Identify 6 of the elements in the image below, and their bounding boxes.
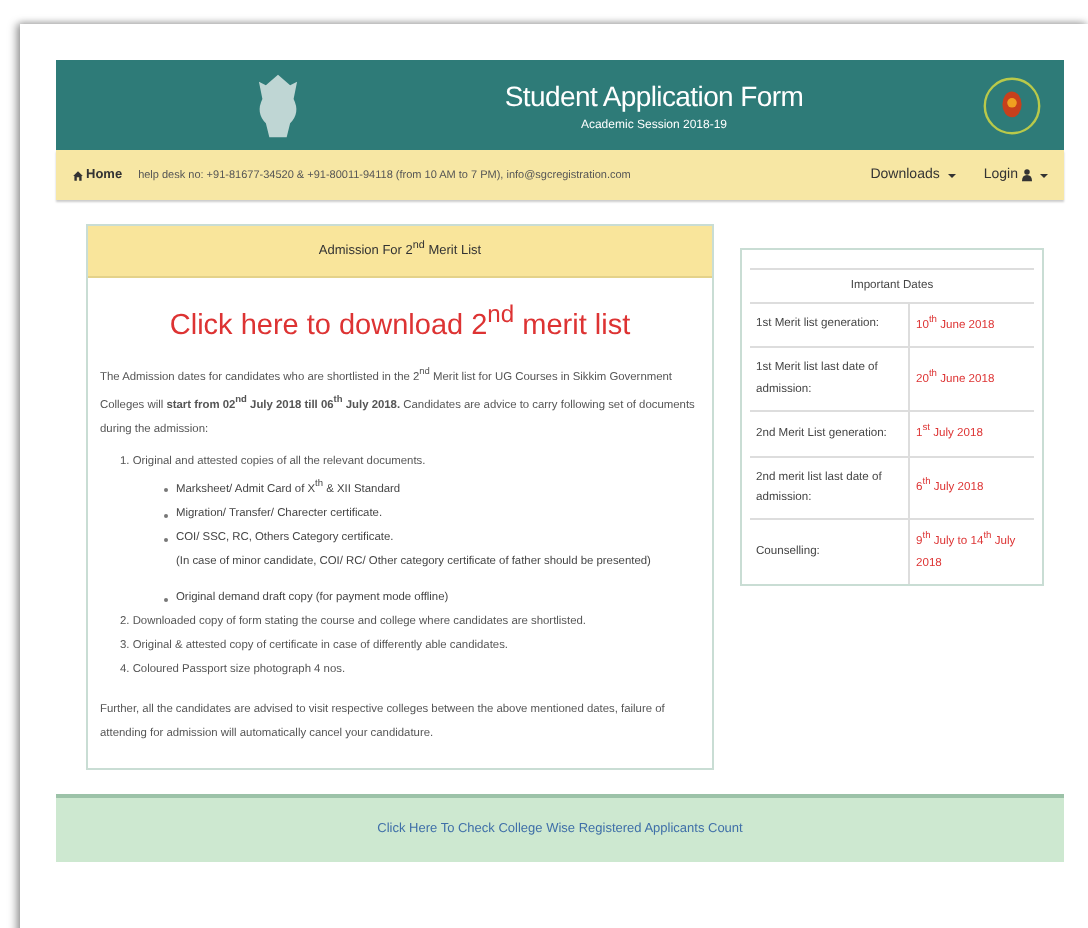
page-title: Student Application Form <box>502 79 806 111</box>
download-link[interactable]: Click here to download 2$^{nd}$ merit list <box>169 309 631 342</box>
caret-icon <box>1040 173 1048 177</box>
caret-icon <box>947 173 956 177</box>
home-icon <box>72 169 84 181</box>
user-icon <box>1022 168 1032 182</box>
